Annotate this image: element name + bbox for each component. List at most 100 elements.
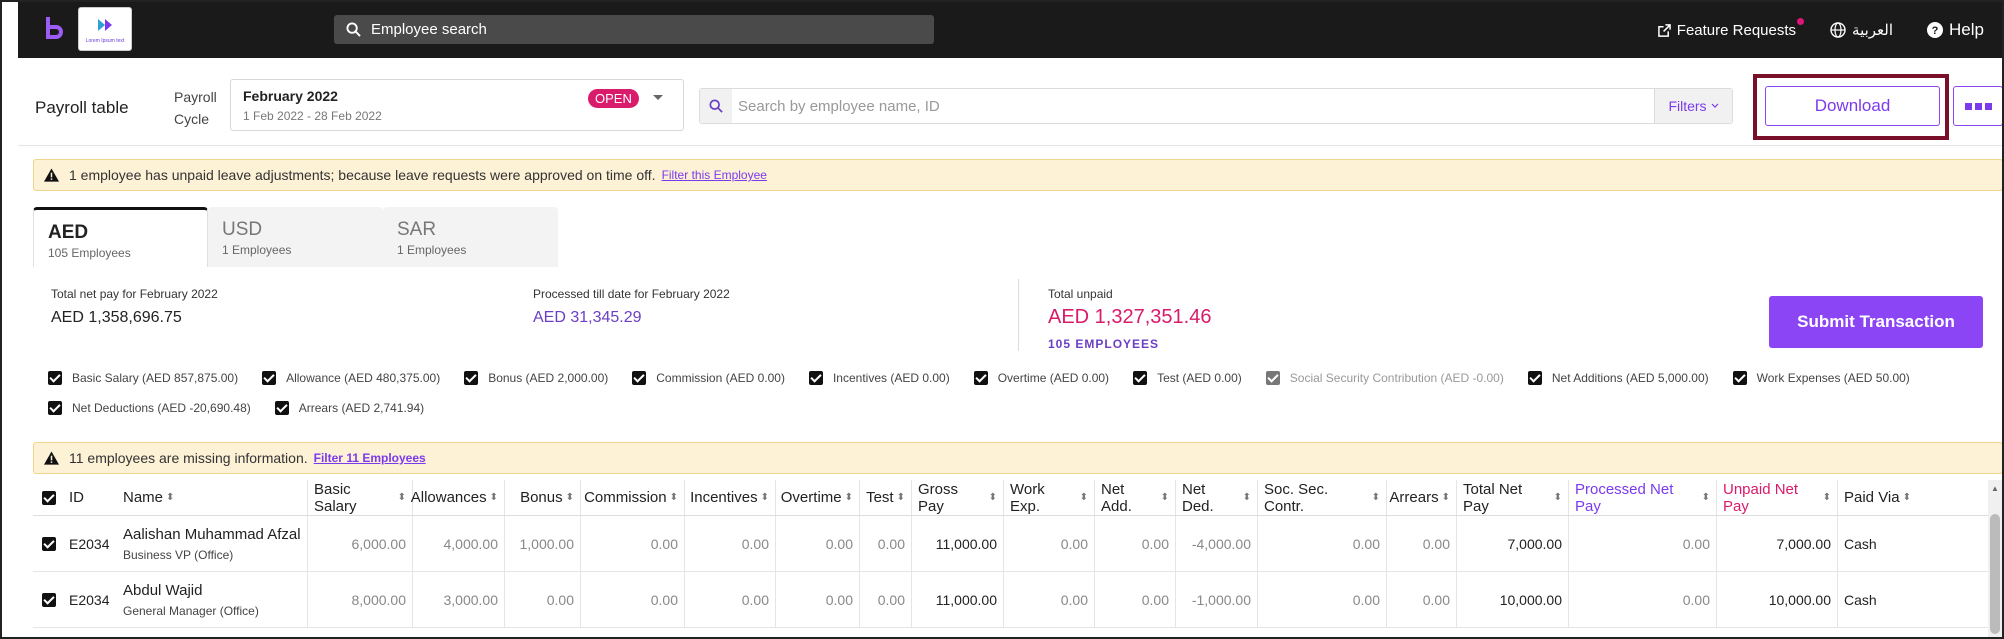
cell-work-exp: 0.00 bbox=[1004, 572, 1095, 627]
component-checkbox[interactable]: Arrears (AED 2,741.94) bbox=[274, 400, 424, 416]
net-pay-summary: Total net pay for February 2022 AED 1,35… bbox=[51, 287, 218, 327]
search-input[interactable]: Search by employee name, ID bbox=[738, 98, 940, 115]
col-test[interactable]: Test ⬍ bbox=[860, 480, 912, 515]
col-allowances[interactable]: Allowances ⬍ bbox=[411, 480, 505, 515]
feature-requests-link[interactable]: Feature Requests bbox=[1657, 17, 1805, 39]
col-basic-salary[interactable]: Basic Salary ⬍ bbox=[308, 480, 413, 515]
row-checkbox[interactable] bbox=[33, 572, 63, 627]
cell-allowances: 3,000.00 bbox=[413, 572, 505, 627]
filter-missing-employees-link[interactable]: Filter 11 Employees bbox=[314, 451, 426, 465]
checkbox-icon bbox=[808, 371, 823, 385]
sort-icon: ⬍ bbox=[1371, 492, 1380, 503]
col-work-exp[interactable]: Work Exp. ⬍ bbox=[1004, 480, 1095, 515]
cell-unpaid-net-pay: 7,000.00 bbox=[1717, 516, 1838, 571]
more-dot-icon bbox=[1964, 102, 1972, 110]
cell-paid-via: Cash bbox=[1844, 591, 1877, 608]
col-id[interactable]: ID bbox=[63, 480, 117, 515]
col-paid-via[interactable]: Paid Via ⬍ bbox=[1838, 480, 1978, 515]
cell-name[interactable]: Aalishan Muhammad Afzal Business VP (Offi… bbox=[117, 516, 308, 571]
more-options-button[interactable] bbox=[1953, 86, 2002, 126]
company-logo: Lorem Ipsum text bbox=[78, 7, 132, 51]
tab-code: AED bbox=[48, 222, 89, 243]
sort-icon: ⬍ bbox=[1441, 492, 1450, 503]
sort-icon: ⬍ bbox=[397, 492, 406, 503]
cell-total-net-pay: 7,000.00 bbox=[1457, 516, 1569, 571]
checkbox-icon bbox=[48, 371, 62, 385]
app-frame: Lorem Ipsum text Employee search Feature… bbox=[0, 0, 2004, 639]
payroll-cycle-label: Payroll Cycle bbox=[174, 89, 217, 127]
tab-usd[interactable]: USD 1 Employees bbox=[208, 207, 383, 267]
unpaid-employees-count: 105 EMPLOYEES bbox=[1048, 337, 1160, 351]
tab-code: USD bbox=[222, 219, 263, 240]
cell-soc-sec-contr: 0.00 bbox=[1258, 516, 1387, 571]
sort-icon: ⬍ bbox=[1701, 492, 1710, 503]
checkbox-icon bbox=[1732, 371, 1747, 385]
filters-label: Filters bbox=[1668, 98, 1707, 114]
table-row[interactable]: E2034 Aalishan Muhammad Afzal Business VP… bbox=[33, 516, 1988, 572]
scroll-up-icon[interactable]: ▲ bbox=[1991, 484, 1999, 493]
employee-search[interactable]: Employee search bbox=[334, 15, 934, 44]
submit-transaction-button[interactable]: Submit Transaction bbox=[1769, 296, 1983, 348]
component-checkbox[interactable]: Work Expenses (AED 50.00) bbox=[1732, 370, 1910, 386]
cell-bonus: 1,000.00 bbox=[505, 516, 581, 571]
cell-arrears: 0.00 bbox=[1387, 572, 1457, 627]
download-button[interactable]: Download bbox=[1765, 86, 1940, 126]
search-icon-container bbox=[700, 89, 732, 123]
svg-text:?: ? bbox=[1932, 25, 1939, 37]
language-label: العربية bbox=[1852, 22, 1894, 39]
filters-button[interactable]: Filters bbox=[1654, 89, 1732, 123]
col-incentives[interactable]: Incentives ⬍ bbox=[685, 480, 776, 515]
row-checkbox[interactable] bbox=[33, 516, 63, 571]
col-bonus[interactable]: Bonus ⬍ bbox=[505, 480, 581, 515]
cell-soc-sec-contr: 0.00 bbox=[1258, 572, 1387, 627]
component-checkbox[interactable]: Net Deductions (AED -20,690.48) bbox=[48, 400, 251, 416]
col-processed-net-pay[interactable]: Processed Net Pay ⬍ bbox=[1569, 480, 1717, 515]
component-checkbox[interactable]: Incentives (AED 0.00) bbox=[808, 370, 950, 386]
component-filters: Basic Salary (AED 857,875.00) Allowance … bbox=[48, 370, 1998, 416]
unpaid-summary: Total unpaid AED 1,327,351.46 105 EMPLOY… bbox=[1048, 287, 1211, 351]
sort-icon: ⬍ bbox=[565, 492, 574, 503]
table-row[interactable]: E2034 Abdul Wajid General Manager (Office… bbox=[33, 572, 1988, 628]
col-overtime[interactable]: Overtime ⬍ bbox=[776, 480, 860, 515]
tab-sar[interactable]: SAR 1 Employees bbox=[383, 207, 558, 267]
cell-test: 0.00 bbox=[860, 572, 912, 627]
col-gross-pay[interactable]: Gross Pay ⬍ bbox=[912, 480, 1004, 515]
component-checkbox[interactable]: Test (AED 0.00) bbox=[1133, 370, 1242, 386]
cell-paid-via: Cash bbox=[1844, 535, 1877, 552]
employee-table-search[interactable]: Search by employee name, ID Filters bbox=[699, 88, 1733, 124]
component-checkbox[interactable]: Basic Salary (AED 857,875.00) bbox=[48, 370, 238, 386]
component-checkbox[interactable]: Commission (AED 0.00) bbox=[632, 370, 785, 386]
tab-aed[interactable]: AED 105 Employees bbox=[33, 207, 208, 267]
component-checkbox[interactable]: Overtime (AED 0.00) bbox=[973, 370, 1109, 386]
filter-this-employee-link[interactable]: Filter this Employee bbox=[662, 168, 767, 182]
col-total-net-pay[interactable]: Total Net Pay ⬍ bbox=[1457, 480, 1569, 515]
col-name[interactable]: Name ⬍ bbox=[117, 480, 308, 515]
col-net-add[interactable]: Net Add. ⬍ bbox=[1095, 480, 1176, 515]
cell-arrears: 0.00 bbox=[1387, 516, 1457, 571]
col-commission[interactable]: Commission ⬍ bbox=[581, 480, 685, 515]
select-all-checkbox[interactable] bbox=[33, 480, 63, 515]
cell-commission: 0.00 bbox=[581, 516, 685, 571]
language-switch[interactable]: العربية bbox=[1830, 21, 1893, 39]
col-arrears[interactable]: Arrears ⬍ bbox=[1387, 480, 1457, 515]
help-link[interactable]: ? Help bbox=[1927, 20, 1984, 40]
component-checkbox[interactable]: Bonus (AED 2,000.00) bbox=[464, 370, 608, 386]
component-checkbox[interactable]: Net Additions (AED 5,000.00) bbox=[1527, 370, 1709, 386]
feature-requests-label: Feature Requests bbox=[1676, 21, 1797, 39]
cell-allowances: 4,000.00 bbox=[413, 516, 505, 571]
col-soc-sec-contr[interactable]: Soc. Sec. Contr. ⬍ bbox=[1258, 480, 1387, 515]
cycle-range: 1 Feb 2022 - 28 Feb 2022 bbox=[243, 109, 382, 123]
scrollbar-thumb[interactable] bbox=[1990, 514, 2000, 634]
checkbox-icon bbox=[1265, 371, 1280, 385]
unpaid-value: AED 1,327,351.46 bbox=[1048, 306, 1212, 328]
table-scrollbar[interactable]: ▲ bbox=[1988, 480, 2002, 637]
col-net-ded[interactable]: Net Ded. ⬍ bbox=[1176, 480, 1258, 515]
cell-name[interactable]: Abdul Wajid General Manager (Office) bbox=[117, 572, 308, 627]
sort-icon: ⬍ bbox=[1822, 492, 1831, 503]
payroll-cycle-select[interactable]: February 2022 1 Feb 2022 - 28 Feb 2022 O… bbox=[230, 79, 684, 131]
warning-icon bbox=[44, 168, 59, 182]
component-checkbox[interactable]: Allowance (AED 480,375.00) bbox=[262, 370, 440, 386]
help-icon: ? bbox=[1927, 22, 1944, 38]
col-unpaid-net-pay[interactable]: Unpaid Net Pay ⬍ bbox=[1717, 480, 1838, 515]
brand-logo-icon[interactable] bbox=[40, 14, 70, 44]
